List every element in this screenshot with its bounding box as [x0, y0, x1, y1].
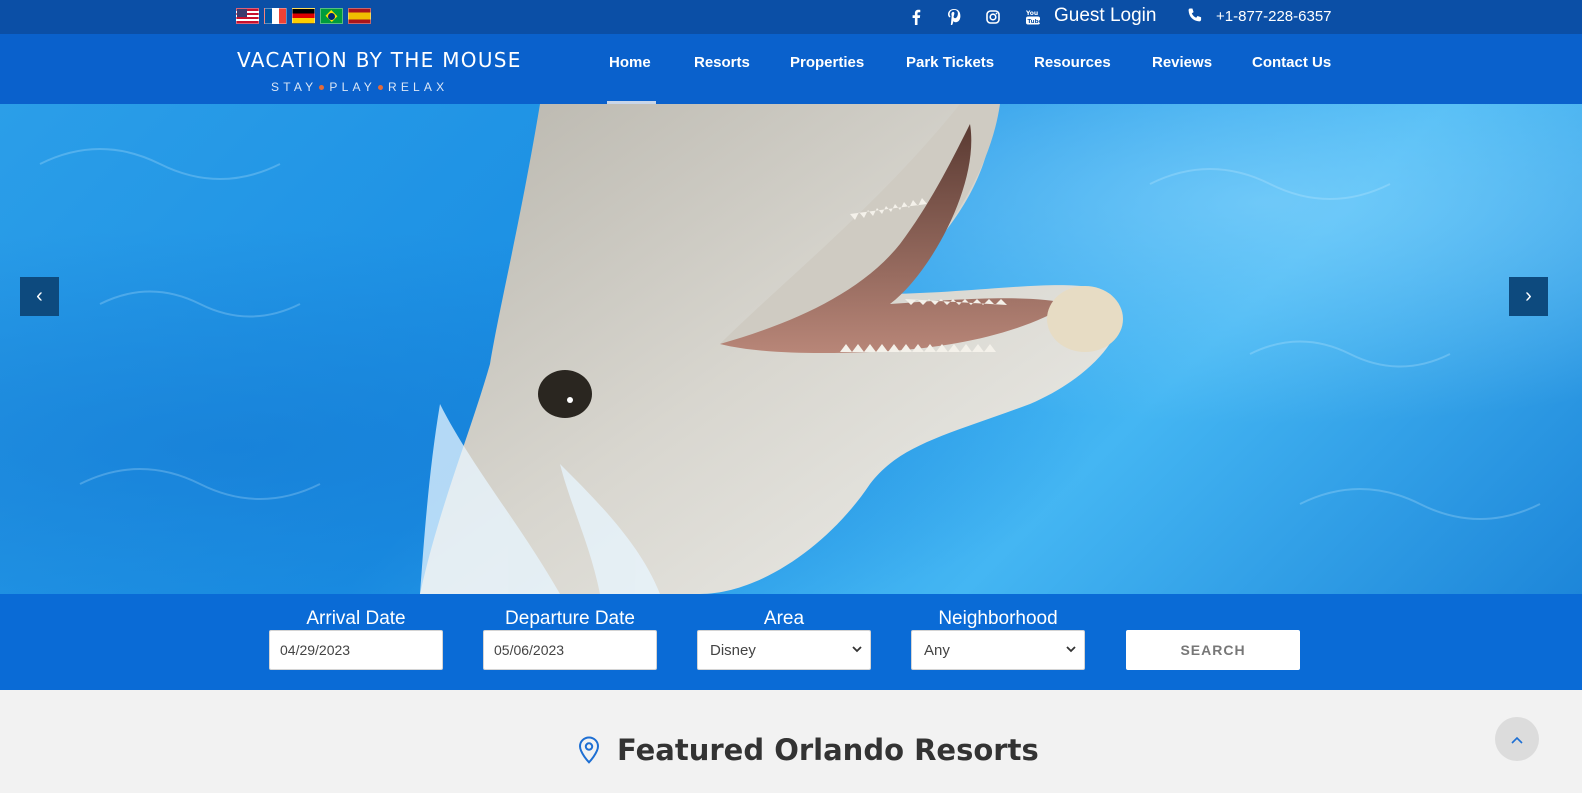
top-bar: You Tube Guest Login +1-877-228-6357: [0, 0, 1582, 34]
fr-flag-icon[interactable]: [264, 8, 287, 24]
nav-item-home[interactable]: Home: [609, 54, 651, 71]
hero-image-dolphin: [39, 104, 1541, 594]
svg-text:Tube: Tube: [1028, 19, 1041, 25]
tagline-word: STAY: [271, 80, 318, 94]
site-logo-tagline: STAY PLAY RELAX: [271, 80, 448, 94]
arrival-date-label: Arrival Date: [306, 608, 406, 629]
chevron-left-icon: ‹: [36, 285, 43, 307]
phone-icon: [1186, 7, 1204, 25]
chevron-down-icon: [852, 644, 862, 656]
nav-item-properties[interactable]: Properties: [790, 54, 864, 71]
search-button[interactable]: SEARCH: [1126, 630, 1300, 670]
es-flag-icon[interactable]: [348, 8, 371, 24]
de-flag-icon[interactable]: [292, 8, 315, 24]
tagline-dot: [319, 84, 325, 90]
area-select[interactable]: Disney: [697, 630, 871, 670]
neighborhood-label: Neighborhood: [938, 608, 1058, 629]
site-logo-title[interactable]: VACATION BY THE MOUSE: [237, 48, 522, 72]
youtube-icon[interactable]: You Tube: [1024, 8, 1042, 26]
nav-item-park-tickets[interactable]: Park Tickets: [906, 54, 994, 71]
neighborhood-select-value: Any: [924, 641, 950, 659]
neighborhood-select[interactable]: Any: [911, 630, 1085, 670]
nav-item-contact-us[interactable]: Contact Us: [1252, 54, 1331, 71]
tagline-word: PLAY: [329, 80, 376, 94]
chevron-down-icon: [1066, 644, 1076, 656]
area-select-value: Disney: [710, 641, 756, 659]
departure-date-input[interactable]: 05/06/2023: [483, 630, 657, 670]
featured-resorts-title: Featured Orlando Resorts: [617, 733, 1039, 767]
booking-search-bar: Arrival Date 04/29/2023 Departure Date 0…: [0, 594, 1582, 690]
hero-carousel: ‹ ›: [0, 104, 1582, 594]
br-flag-icon[interactable]: [320, 8, 343, 24]
facebook-icon[interactable]: [907, 8, 925, 26]
phone-number[interactable]: +1-877-228-6357: [1216, 8, 1332, 25]
carousel-prev-button[interactable]: ‹: [20, 277, 59, 316]
instagram-icon[interactable]: [984, 8, 1002, 26]
language-flags: [236, 8, 371, 24]
main-navbar: VACATION BY THE MOUSE STAY PLAY RELAX Ho…: [0, 34, 1582, 104]
guest-login-link[interactable]: Guest Login: [1054, 5, 1156, 27]
featured-resorts-section: Featured Orlando Resorts: [0, 698, 1582, 793]
departure-date-value: 05/06/2023: [494, 642, 565, 658]
nav-item-resorts[interactable]: Resorts: [694, 54, 750, 71]
nav-item-reviews[interactable]: Reviews: [1152, 54, 1212, 71]
area-label: Area: [763, 608, 805, 629]
nav-item-resources[interactable]: Resources: [1034, 54, 1111, 71]
us-flag-icon[interactable]: [236, 8, 259, 24]
map-pin-icon: [578, 736, 600, 764]
arrival-date-input[interactable]: 04/29/2023: [269, 630, 443, 670]
arrival-date-value: 04/29/2023: [280, 642, 351, 658]
departure-date-label: Departure Date: [505, 608, 635, 629]
tagline-dot: [377, 84, 383, 90]
carousel-next-button[interactable]: ›: [1509, 277, 1548, 316]
back-to-top-button[interactable]: [1495, 717, 1539, 761]
chevron-up-icon: [1511, 731, 1523, 747]
svg-text:You: You: [1026, 10, 1038, 17]
tagline-word: RELAX: [387, 80, 449, 94]
chevron-right-icon: ›: [1525, 285, 1532, 307]
pinterest-icon[interactable]: [945, 8, 963, 26]
